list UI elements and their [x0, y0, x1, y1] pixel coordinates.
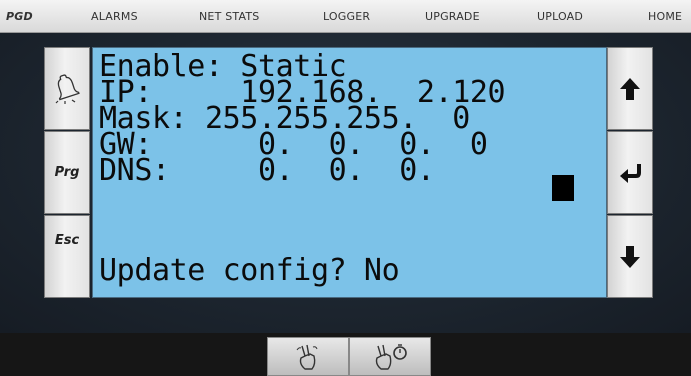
bell-icon [55, 73, 80, 104]
enter-button[interactable] [607, 131, 653, 214]
alarm-button[interactable] [44, 47, 90, 130]
arrow-down-icon [620, 245, 640, 268]
down-button[interactable] [607, 215, 653, 298]
nav-home[interactable]: HOME [648, 10, 682, 23]
prg-label: Prg [54, 165, 80, 180]
nav-logger[interactable]: LOGGER [323, 10, 370, 23]
nav-brand-pgd[interactable]: PGD [6, 10, 33, 23]
gesture-swipe-button[interactable] [267, 337, 349, 376]
esc-label: Esc [54, 233, 80, 248]
two-finger-hold-icon [375, 343, 407, 370]
enter-icon [620, 163, 641, 183]
arrow-up-icon [620, 77, 640, 100]
nav-upload[interactable]: UPLOAD [537, 10, 583, 23]
display-line-dns: DNS: 0. 0. 0. [99, 153, 435, 188]
two-finger-swipe-icon [296, 344, 318, 370]
nav-alarms[interactable]: ALARMS [91, 10, 138, 23]
esc-button[interactable]: Esc [44, 215, 90, 298]
nav-net-stats[interactable]: NET STATS [199, 10, 259, 23]
lcd-display: Enable: Static IP: 192.168. 2.120 Mask: … [92, 47, 607, 298]
prg-button[interactable]: Prg [44, 131, 90, 214]
display-prompt-update-config: Update config? No [99, 253, 400, 288]
gesture-hold-button[interactable] [349, 337, 431, 376]
top-nav-bar: PGD ALARMS NET STATS LOGGER UPGRADE UPLO… [0, 0, 691, 33]
lcd-cursor [552, 175, 574, 201]
nav-upgrade[interactable]: UPGRADE [425, 10, 480, 23]
up-button[interactable] [607, 47, 653, 130]
